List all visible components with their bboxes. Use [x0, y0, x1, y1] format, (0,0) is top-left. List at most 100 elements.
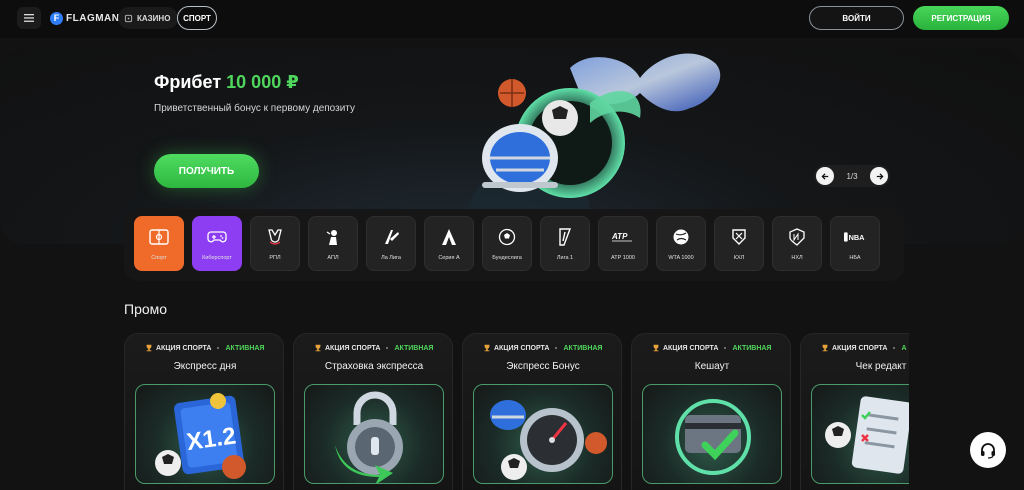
casino-icon: [124, 14, 133, 22]
sport-tile-seriea[interactable]: Серия А: [424, 216, 474, 271]
promo-card-status: АКТИВНАЯ: [225, 344, 265, 352]
seriea-icon: [442, 229, 456, 245]
sport-label: Серия А: [438, 255, 460, 261]
ligue1-icon: [559, 228, 572, 246]
nav-casino-label: КАЗИНО: [137, 13, 171, 23]
sport-label: Бундеслига: [492, 255, 522, 261]
promo-card-status: АКТИВНАЯ: [732, 344, 772, 352]
support-chat-button[interactable]: [970, 432, 1006, 468]
top-header: F FLAGMAN КАЗИНО СПОРТ ВОЙТИ РЕГИСТРАЦИЯ: [0, 0, 1024, 38]
slider-counter: 1/3: [846, 171, 858, 181]
promo-card-name: Экспресс дня: [173, 361, 237, 372]
sport-tile-epl[interactable]: АПЛ: [308, 216, 358, 271]
promo-card-tag: АКЦИЯ СПОРТА А: [821, 344, 907, 352]
promo-card[interactable]: АКЦИЯ СПОРТА АКТИВНАЯ Кешаут: [631, 333, 791, 490]
promo-card-category: АКЦИЯ СПОРТА: [832, 344, 888, 352]
wta-icon: [673, 229, 689, 245]
card-check-art: [642, 384, 782, 484]
rpl-icon: [268, 229, 282, 245]
banner-slider-controls: 1/3: [814, 165, 890, 187]
khl-icon: [732, 229, 746, 245]
sport-tile-khl[interactable]: КХЛ: [714, 216, 764, 271]
promo-section-title: Промо: [124, 301, 168, 317]
promo-card-status: АКТИВНАЯ: [563, 344, 603, 352]
field-icon: [149, 229, 169, 245]
arrow-left-icon[interactable]: [816, 167, 834, 185]
arrow-right-icon[interactable]: [870, 167, 888, 185]
trophy-icon: [146, 344, 152, 352]
register-button[interactable]: РЕГИСТРАЦИЯ: [913, 6, 1009, 30]
banner-title: Фрибет 10 000 ₽: [154, 72, 299, 93]
sport-tile-laliga[interactable]: Ла Лига: [366, 216, 416, 271]
svg-text:NBA: NBA: [849, 233, 866, 242]
svg-text:ATP: ATP: [612, 232, 628, 241]
promo-card-status: А: [901, 344, 907, 352]
banner-title-amount: 10 000 ₽: [226, 72, 299, 92]
sport-label: Киберспорт: [202, 255, 232, 261]
logo[interactable]: F FLAGMAN: [50, 10, 120, 26]
trophy-icon: [653, 344, 659, 352]
trophy-icon: [315, 344, 321, 352]
nba-icon: NBA: [844, 232, 866, 242]
sport-tile-ligue1[interactable]: Лига 1: [540, 216, 590, 271]
sport-label: КХЛ: [733, 255, 745, 261]
promo-card-tag: АКЦИЯ СПОРТА АКТИВНАЯ: [145, 344, 264, 352]
nav-casino[interactable]: КАЗИНО: [118, 7, 179, 29]
promo-card[interactable]: АКЦИЯ СПОРТА АКТИВНАЯ Страховка экспресс…: [293, 333, 453, 490]
checklist-art: [811, 384, 909, 484]
headset-icon: [981, 443, 995, 459]
banner-subtitle: Приветственный бонус к первому депозиту: [154, 103, 355, 114]
promo-card-name: Чек редакт: [855, 361, 907, 372]
promo-card[interactable]: АКЦИЯ СПОРТА АКТИВНАЯ Экспресс Бонус: [462, 333, 622, 490]
promo-card-name: Экспресс Бонус: [506, 361, 580, 372]
promo-card-category: АКЦИЯ СПОРТА: [325, 344, 381, 352]
promo-card-name: Страховка экспресса: [324, 361, 424, 372]
promo-card-tag: АКЦИЯ СПОРТА АКТИВНАЯ: [652, 344, 771, 352]
sports-categories: Спорт Киберспорт РПЛ АПЛ Ла Лига Серия А…: [124, 209, 904, 281]
nhl-icon: [789, 228, 805, 246]
sport-label: Ла Лига: [381, 255, 401, 261]
sport-tile-nba[interactable]: NBA НБА: [830, 216, 880, 271]
gamepad-icon: [207, 231, 227, 243]
sport-tile-rpl[interactable]: РПЛ: [250, 216, 300, 271]
promo-card-name: Кешаут: [694, 361, 730, 372]
sport-label: ATP 1000: [611, 255, 635, 261]
logo-text: FLAGMAN: [66, 12, 120, 24]
menu-icon[interactable]: [17, 7, 41, 29]
promo-card-category: АКЦИЯ СПОРТА: [663, 344, 719, 352]
promo-card-tag: АКЦИЯ СПОРТА АКТИВНАЯ: [314, 344, 433, 352]
promo-card-tag: АКЦИЯ СПОРТА АКТИВНАЯ: [483, 344, 602, 352]
promo-card[interactable]: АКЦИЯ СПОРТА АКТИВНАЯ Экспресс дня X1.2: [124, 333, 284, 490]
nav-sport[interactable]: СПОРТ: [177, 6, 217, 30]
trophy-icon: [484, 344, 490, 352]
sport-label: НХЛ: [791, 255, 803, 261]
sport-tile-esports[interactable]: Киберспорт: [192, 216, 242, 271]
sport-label: Лига 1: [556, 255, 574, 261]
sport-label: Спорт: [151, 255, 167, 261]
sport-label: АПЛ: [327, 255, 339, 261]
promo-card-category: АКЦИЯ СПОРТА: [494, 344, 550, 352]
get-bonus-button[interactable]: ПОЛУЧИТЬ: [154, 154, 259, 188]
sport-tile-sport[interactable]: Спорт: [134, 216, 184, 271]
speedometer-art: [473, 384, 613, 484]
x12-art: X1.2: [135, 384, 275, 484]
promo-card-category: АКЦИЯ СПОРТА: [156, 344, 212, 352]
sport-label: НБА: [849, 255, 861, 261]
sport-tile-atp[interactable]: ATP ATP 1000: [598, 216, 648, 271]
sport-tile-bundesliga[interactable]: Бундеслига: [482, 216, 532, 271]
lock-art: [304, 384, 444, 484]
trophy-icon: [822, 344, 828, 352]
sport-tile-wta[interactable]: WTA 1000: [656, 216, 706, 271]
sport-label: РПЛ: [269, 255, 281, 261]
epl-icon: [326, 230, 337, 245]
promo-cards: АКЦИЯ СПОРТА АКТИВНАЯ Экспресс дня X1.2 …: [124, 333, 909, 490]
sport-tile-nhl[interactable]: НХЛ: [772, 216, 822, 271]
promo-card-status: АКТИВНАЯ: [394, 344, 434, 352]
sport-label: WTA 1000: [668, 255, 694, 261]
ball-icon: [498, 228, 516, 246]
laliga-icon: [385, 230, 399, 244]
atp-icon: ATP: [612, 232, 632, 242]
login-button[interactable]: ВОЙТИ: [809, 6, 904, 30]
promo-card[interactable]: АКЦИЯ СПОРТА А Чек редакт: [800, 333, 909, 490]
logo-mark-icon: F: [50, 11, 63, 25]
